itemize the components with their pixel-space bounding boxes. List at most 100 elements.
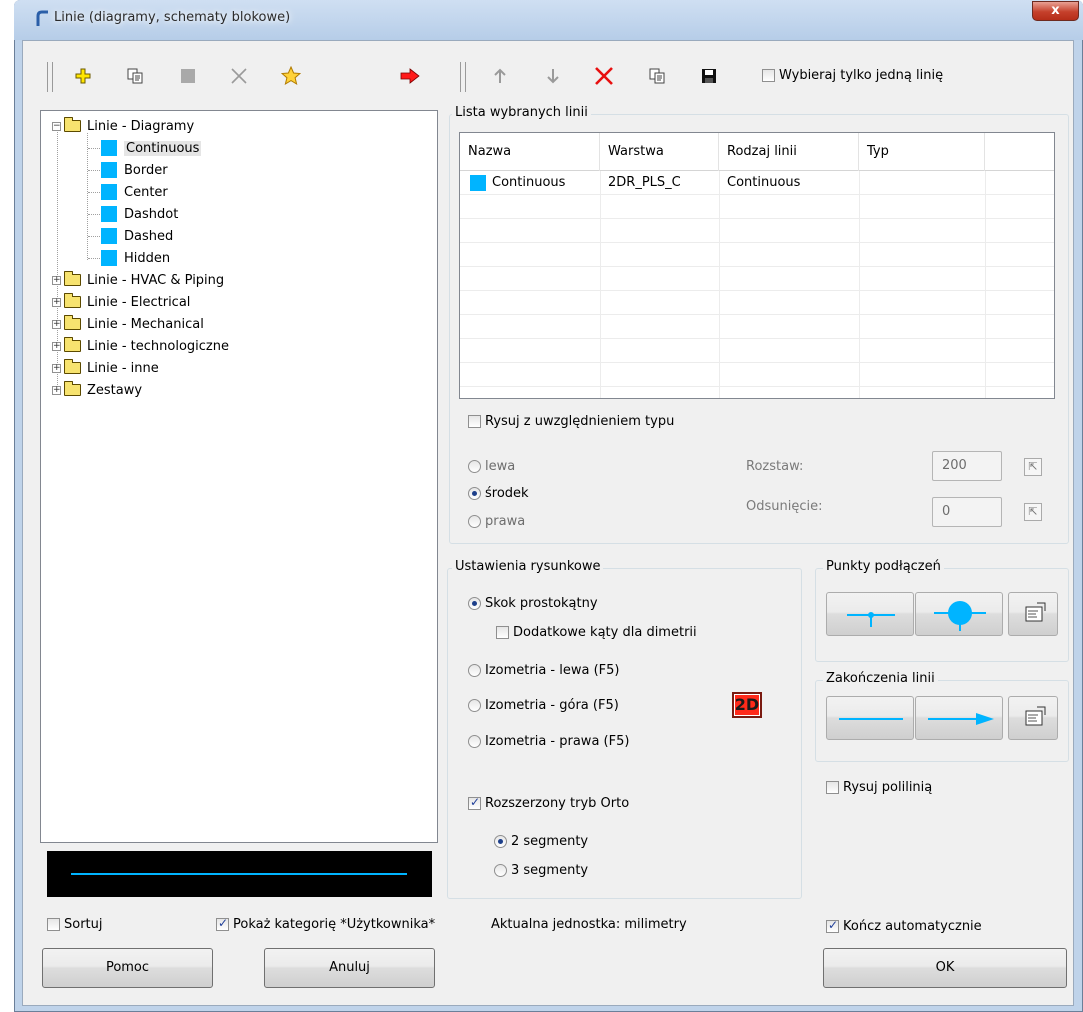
segments-2-option[interactable]: 2 segmenty	[494, 834, 588, 849]
pick-offset-icon[interactable]: ⇱	[1024, 503, 1042, 521]
column-header-linetype[interactable]: Rodzaj linii	[719, 133, 859, 171]
tree-connector	[88, 148, 100, 149]
2d-mode-badge[interactable]: 2D	[732, 692, 762, 718]
dimetry-checkbox[interactable]	[496, 626, 509, 639]
segments-3-option[interactable]: 3 segmenty	[494, 863, 588, 878]
connection-point-small-button[interactable]	[826, 592, 914, 636]
ortho-checkbox[interactable]	[468, 795, 481, 810]
align-right-radio[interactable]	[468, 515, 481, 528]
folder-icon	[64, 381, 81, 396]
sort-option[interactable]: Sortuj	[47, 917, 103, 932]
connection-points-properties-button[interactable]	[1008, 592, 1058, 636]
expand-icon[interactable]: +	[52, 385, 61, 395]
mode-iso-right-radio[interactable]	[468, 735, 481, 748]
align-left-radio[interactable]	[468, 460, 481, 473]
align-center-option[interactable]: środek	[468, 486, 529, 501]
move-down-arrow-icon[interactable]	[541, 64, 565, 88]
tree-group-label: Linie - Electrical	[87, 294, 191, 310]
polyline-label: Rysuj polilinią	[843, 780, 933, 795]
title-bar[interactable]: Linie (diagramy, schematy blokowe) x	[14, 0, 1083, 40]
tree-item-center[interactable]: Center	[101, 181, 168, 203]
mode-rectangular-option[interactable]: Skok prostokątny	[468, 596, 598, 611]
user-category-option[interactable]: Pokaż kategorię *Użytkownika*	[216, 916, 435, 932]
toolbar-grip-left[interactable]	[47, 62, 53, 92]
line-end-arrow-button[interactable]	[915, 696, 1003, 740]
align-right-option[interactable]: prawa	[468, 514, 525, 529]
dimetry-option[interactable]: Dodatkowe kąty dla dimetrii	[496, 625, 697, 640]
single-line-checkbox[interactable]	[762, 69, 775, 82]
tree-group-other[interactable]: + Linie - inne	[52, 357, 159, 379]
favorite-star-icon[interactable]	[279, 64, 303, 88]
tree-group-hvac[interactable]: + Linie - HVAC & Piping	[52, 269, 224, 291]
single-line-option[interactable]: Wybieraj tylko jedną linię	[762, 68, 943, 83]
delete-icon[interactable]	[227, 64, 251, 88]
ortho-option[interactable]: Rozszerzony tryb Orto	[468, 795, 630, 811]
close-button[interactable]: x	[1032, 1, 1079, 21]
line-end-plain-button[interactable]	[826, 696, 914, 740]
line-ends-group-title: Zakończenia linii	[823, 671, 938, 686]
dimetry-label: Dodatkowe kąty dla dimetrii	[513, 625, 697, 640]
mode-iso-top-radio[interactable]	[468, 699, 481, 712]
column-header-layer[interactable]: Warstwa	[600, 133, 719, 171]
draw-with-type-option[interactable]: Rysuj z uwzględnieniem typu	[468, 414, 674, 429]
mode-rectangular-radio[interactable]	[468, 597, 481, 610]
polyline-checkbox[interactable]	[826, 781, 839, 794]
mode-iso-left-radio[interactable]	[468, 664, 481, 677]
copy-icon[interactable]	[645, 64, 669, 88]
empty-row	[460, 243, 1054, 267]
cancel-button[interactable]: Anuluj	[264, 948, 435, 988]
selected-lines-list[interactable]: Nazwa Warstwa Rodzaj linii Typ Continuou…	[459, 132, 1055, 399]
line-end-arrow-icon	[928, 713, 994, 725]
tree-group-sets[interactable]: + Zestawy	[52, 379, 142, 401]
toolbar-grip-right[interactable]	[460, 62, 466, 92]
stop-icon[interactable]	[176, 64, 200, 88]
segments-2-radio[interactable]	[494, 835, 507, 848]
move-up-arrow-icon[interactable]	[488, 64, 512, 88]
tree-item-continuous[interactable]: Continuous	[101, 137, 202, 159]
tree-group-diagrams[interactable]: − Linie - Diagramy	[52, 115, 194, 137]
connection-point-large-button[interactable]	[915, 592, 1003, 636]
line-ends-properties-button[interactable]	[1008, 696, 1058, 740]
auto-finish-checkbox[interactable]	[826, 918, 839, 933]
mode-iso-top-option[interactable]: Izometria - góra (F5)	[468, 698, 619, 713]
expand-icon[interactable]: +	[52, 319, 61, 329]
align-right-label: prawa	[485, 514, 526, 529]
tree-item-border[interactable]: Border	[101, 159, 168, 181]
tree-item-dashdot[interactable]: Dashdot	[101, 203, 178, 225]
expand-icon[interactable]: +	[52, 341, 61, 351]
align-center-radio[interactable]	[468, 487, 481, 500]
spacing-field[interactable]: 200	[932, 451, 1002, 481]
expand-icon[interactable]: +	[52, 363, 61, 373]
tree-item-hidden[interactable]: Hidden	[101, 247, 170, 269]
pick-spacing-icon[interactable]: ⇱	[1024, 458, 1042, 476]
expand-icon[interactable]: +	[52, 275, 61, 285]
expand-icon[interactable]: +	[52, 297, 61, 307]
transfer-right-arrow-icon[interactable]	[398, 64, 422, 88]
column-header-type[interactable]: Typ	[859, 133, 985, 171]
column-header-name[interactable]: Nazwa	[460, 133, 600, 171]
tree-group-electrical[interactable]: + Linie - Electrical	[52, 291, 190, 313]
mode-iso-right-option[interactable]: Izometria - prawa (F5)	[468, 734, 629, 749]
polyline-option[interactable]: Rysuj polilinią	[826, 780, 932, 795]
collapse-icon[interactable]: −	[52, 121, 61, 131]
align-left-option[interactable]: lewa	[468, 459, 515, 474]
tree-item-dashed[interactable]: Dashed	[101, 225, 173, 247]
copy-icon[interactable]	[123, 64, 147, 88]
segments-3-radio[interactable]	[494, 864, 507, 877]
tree-group-technological[interactable]: + Linie - technologiczne	[52, 335, 229, 357]
auto-finish-option[interactable]: Kończ automatycznie	[826, 918, 982, 934]
table-row[interactable]: Continuous 2DR_PLS_C Continuous	[460, 171, 1054, 195]
sort-checkbox[interactable]	[47, 918, 60, 931]
ortho-label: Rozszerzony tryb Orto	[485, 796, 630, 811]
user-category-checkbox[interactable]	[216, 916, 229, 931]
mode-iso-left-option[interactable]: Izometria - lewa (F5)	[468, 663, 619, 678]
tree-group-mechanical[interactable]: + Linie - Mechanical	[52, 313, 204, 335]
help-button[interactable]: Pomoc	[42, 948, 213, 988]
delete-red-x-icon[interactable]	[592, 64, 616, 88]
save-disk-icon[interactable]	[697, 64, 721, 88]
ok-button[interactable]: OK	[823, 948, 1067, 988]
add-icon[interactable]	[71, 64, 95, 88]
draw-with-type-checkbox[interactable]	[468, 415, 481, 428]
line-category-tree[interactable]: − Linie - Diagramy Continuous Border Cen…	[40, 110, 438, 843]
offset-field[interactable]: 0	[932, 497, 1002, 527]
